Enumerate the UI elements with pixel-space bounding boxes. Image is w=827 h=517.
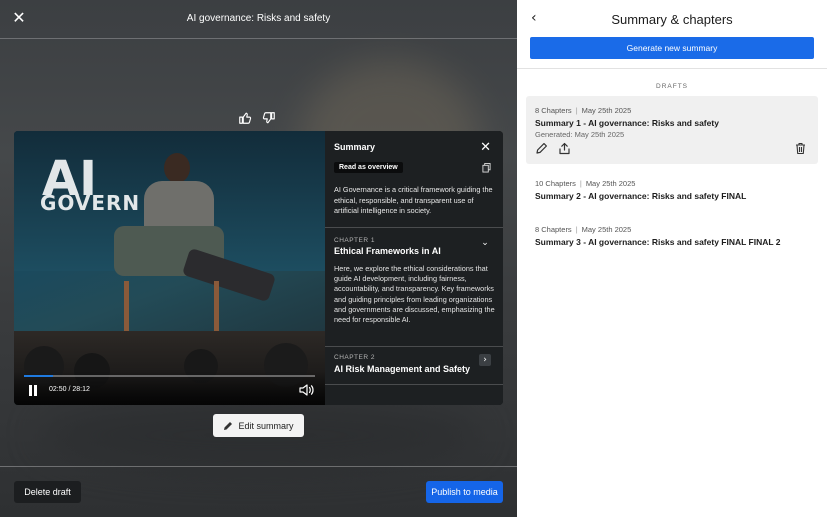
share-icon[interactable]	[558, 142, 571, 155]
progress-fill	[24, 375, 54, 377]
pause-icon[interactable]	[26, 384, 40, 398]
video-controls: 02:50 / 28:12	[14, 371, 325, 405]
speaker-head	[164, 153, 190, 183]
summary-panel: Summary ✕ Read as overview AI Governance…	[325, 131, 503, 405]
editor-topbar: ✕ AI governance: Risks and safety	[0, 0, 517, 39]
draft-generated: Generated: May 25th 2025	[535, 130, 625, 139]
summary-panel-title: Summary	[334, 142, 376, 152]
chapter-label: CHAPTER 1	[334, 237, 375, 244]
chapter-title[interactable]: Ethical Frameworks in AI	[334, 246, 441, 256]
trash-icon[interactable]	[794, 142, 807, 155]
progress-bar[interactable]	[24, 375, 315, 377]
thumbs-down-icon[interactable]	[262, 111, 276, 125]
draft-meta: 8 Chapters | May 25th 2025	[535, 225, 632, 234]
chapter-body: Here, we explore the ethical considerati…	[334, 264, 495, 325]
divider	[325, 346, 503, 347]
video-title: AI governance: Risks and safety	[186, 13, 331, 24]
panel-title: Summary & chapters	[611, 12, 733, 27]
edit-summary-label: Edit summary	[238, 420, 294, 431]
draft-chapter-count: 10 Chapters	[535, 179, 576, 188]
draft-date: May 25th 2025	[581, 225, 632, 234]
draft-title: Summary 3 - AI governance: Risks and saf…	[535, 237, 781, 247]
chapter-title[interactable]: AI Risk Management and Safety	[334, 364, 470, 374]
draft-title: Summary 2 - AI governance: Risks and saf…	[535, 191, 747, 201]
divider	[325, 384, 503, 385]
divider	[517, 68, 827, 69]
delete-draft-button[interactable]: Delete draft	[14, 481, 81, 503]
summary-chapters-panel: ‹ Summary & chapters Generate new summar…	[517, 0, 827, 517]
draft-chapter-count: 8 Chapters	[535, 225, 572, 234]
chevron-right-icon[interactable]: ›	[479, 354, 491, 366]
copy-icon[interactable]	[482, 163, 491, 173]
draft-date: May 25th 2025	[581, 106, 632, 115]
stage-logo-text: GOVERN	[40, 191, 141, 215]
draft-meta: 8 Chapters | May 25th 2025	[535, 106, 632, 115]
draft-item[interactable]: 8 Chapters | May 25th 2025 Summary 1 - AI …	[526, 96, 818, 164]
chair-leg	[124, 281, 129, 336]
video-frame[interactable]: AI GOVERN 02:50 / 28:12	[14, 131, 325, 405]
draft-date: May 25th 2025	[585, 179, 636, 188]
publish-to-media-button[interactable]: Publish to media	[426, 481, 503, 503]
chair-leg	[214, 281, 219, 336]
generate-new-summary-button[interactable]: Generate new summary	[530, 37, 814, 59]
playback-time: 02:50 / 28:12	[49, 386, 90, 393]
edit-summary-button[interactable]: Edit summary	[213, 414, 304, 437]
editor-area: ✕ AI governance: Risks and safety AI GOV…	[0, 0, 517, 517]
divider	[0, 466, 517, 467]
summary-description: AI Governance is a critical framework gu…	[334, 185, 493, 215]
draft-item[interactable]: 10 Chapters | May 25th 2025 Summary 2 - AI…	[526, 170, 818, 210]
divider	[325, 227, 503, 228]
drafts-section-label: DRAFTS	[656, 83, 688, 90]
pencil-icon	[224, 421, 233, 430]
chevron-down-icon[interactable]: ⌄	[479, 237, 491, 249]
draft-chapter-count: 8 Chapters	[535, 106, 572, 115]
thumbs-up-icon[interactable]	[238, 111, 252, 125]
draft-meta: 10 Chapters | May 25th 2025	[535, 179, 636, 188]
draft-title: Summary 1 - AI governance: Risks and saf…	[535, 118, 719, 128]
feedback-buttons	[238, 111, 276, 125]
read-as-overview-button[interactable]: Read as overview	[334, 162, 403, 173]
pencil-icon[interactable]	[535, 142, 548, 155]
volume-icon[interactable]	[299, 383, 315, 397]
video-player: AI GOVERN 02:50 / 28:12 Summary ✕ Read a…	[14, 131, 503, 405]
draft-item[interactable]: 8 Chapters | May 25th 2025 Summary 3 - AI …	[526, 216, 818, 256]
close-icon[interactable]: ✕	[480, 140, 491, 155]
chapter-label: CHAPTER 2	[334, 354, 375, 361]
